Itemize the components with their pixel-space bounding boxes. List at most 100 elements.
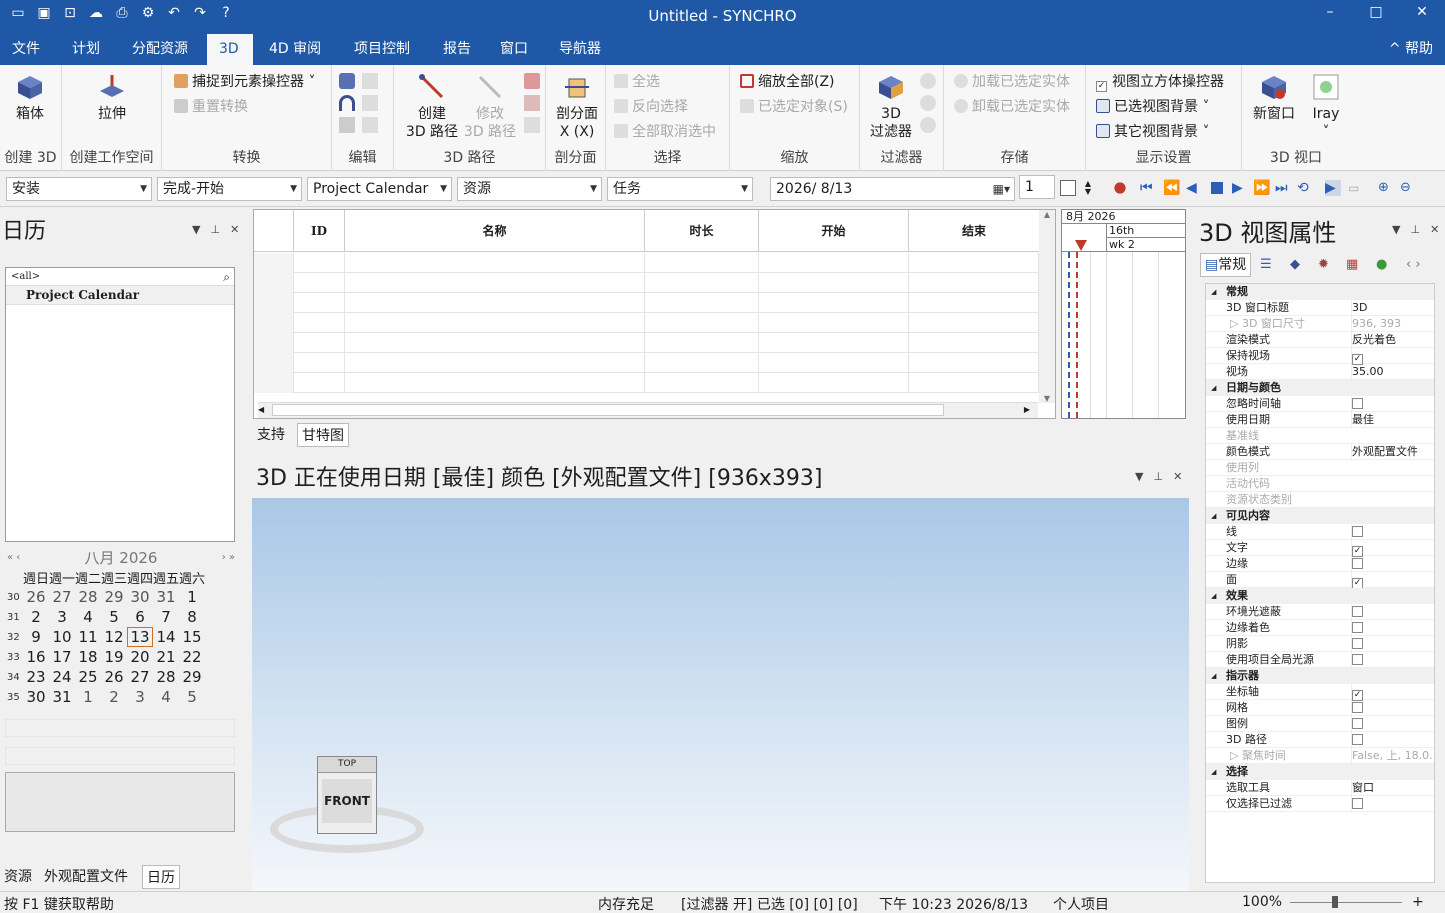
search-icon[interactable]: ⌕ (223, 268, 230, 286)
property-value[interactable] (1351, 732, 1434, 748)
table-cell[interactable] (645, 333, 759, 353)
calendar-day[interactable]: 13 (127, 627, 153, 647)
box-button[interactable]: 箱体 (8, 73, 52, 123)
dropdown-icon[interactable]: ▼ (192, 223, 200, 236)
menu-plan[interactable]: 计划 (60, 34, 112, 65)
3d-viewport[interactable]: TOP FRONT (252, 498, 1189, 891)
view-cube-top[interactable]: TOP (318, 757, 376, 773)
table-cell[interactable] (909, 293, 1039, 313)
table-cell[interactable] (759, 253, 909, 273)
collapse-icon[interactable]: ◢ (1211, 380, 1216, 396)
calendar-day[interactable]: 21 (153, 648, 179, 666)
calendar-day[interactable]: 17 (49, 648, 75, 666)
next-year-icon[interactable]: › » (222, 552, 235, 563)
calendar-field-1[interactable] (5, 719, 235, 737)
property-value[interactable]: 936, 393 (1351, 316, 1434, 332)
calendar-day[interactable]: 4 (75, 608, 101, 626)
calendar-day[interactable]: 26 (101, 668, 127, 686)
table-cell[interactable] (345, 273, 645, 293)
table-cell[interactable] (345, 353, 645, 373)
property-row[interactable]: 选取工具 窗口 (1206, 780, 1434, 796)
export-icon[interactable]: ▭ (1348, 180, 1364, 196)
property-row[interactable]: ▷ 3D 窗口尺寸 936, 393 (1206, 316, 1434, 332)
table-cell[interactable] (645, 373, 759, 393)
calendar-day[interactable]: 4 (153, 688, 179, 706)
table-cell[interactable] (909, 353, 1039, 373)
tab-support[interactable]: 支持 (253, 423, 289, 447)
calendar-day[interactable]: 12 (101, 628, 127, 646)
property-category[interactable]: ◢ 效果 (1206, 588, 1434, 604)
table-cell[interactable] (909, 333, 1039, 353)
view-cube[interactable]: TOP FRONT (317, 756, 377, 834)
property-row[interactable]: 视场 35.00 (1206, 364, 1434, 380)
help-menu[interactable]: ^ 帮助 (1389, 34, 1433, 65)
property-row[interactable]: 边缘 (1206, 556, 1434, 572)
table-cell[interactable] (645, 253, 759, 273)
edit-icon-5[interactable] (339, 117, 355, 133)
col-id[interactable]: ID (294, 210, 345, 252)
zoom-slider[interactable] (1290, 902, 1402, 903)
calendar-day[interactable]: 6 (127, 608, 153, 626)
load-selected-button[interactable]: 加载已选定实体 (954, 71, 1070, 93)
table-row[interactable] (254, 353, 1039, 373)
table-cell[interactable] (345, 253, 645, 273)
property-row[interactable]: 使用项目全局光源 (1206, 652, 1434, 668)
calendar-day[interactable]: 16 (23, 648, 49, 666)
prev-year-icon[interactable]: « ‹ (7, 552, 20, 563)
stop-icon[interactable] (1211, 182, 1223, 194)
table-cell[interactable] (645, 353, 759, 373)
table-cell[interactable] (294, 333, 345, 353)
tab-appearance[interactable]: 外观配置文件 (40, 865, 132, 889)
property-checkbox[interactable] (1352, 638, 1363, 649)
view-cube-checkbox[interactable]: ✓ (1096, 81, 1107, 92)
property-value[interactable] (1351, 556, 1434, 572)
layers-icon[interactable]: ▦ (1346, 257, 1358, 272)
collapse-icon[interactable]: ◢ (1211, 668, 1216, 684)
view-cube-toggle[interactable]: ✓ 视图立方体操控器 (1096, 71, 1224, 93)
zoom-slider-thumb[interactable] (1332, 896, 1338, 908)
play-back-icon[interactable]: ◀ (1186, 180, 1202, 196)
table-cell[interactable] (759, 373, 909, 393)
table-row[interactable] (254, 373, 1039, 393)
step-input[interactable]: 1 (1019, 175, 1055, 199)
step-back-icon[interactable]: ⏪ (1163, 180, 1180, 196)
property-row[interactable]: 文字 ✓ (1206, 540, 1434, 557)
property-checkbox[interactable] (1352, 398, 1363, 409)
combo-link-type[interactable]: 完成-开始 ▼ (157, 177, 302, 201)
table-row[interactable] (254, 293, 1039, 313)
table-cell[interactable] (909, 253, 1039, 273)
property-value[interactable] (1351, 604, 1434, 620)
property-category[interactable]: ◢ 日期与颜色 (1206, 380, 1434, 396)
calendar-day[interactable]: 25 (75, 668, 101, 686)
calendar-day[interactable]: 15 (179, 628, 205, 646)
go-end-icon[interactable]: ⏭ (1275, 180, 1291, 196)
property-value[interactable]: ✓ (1351, 348, 1434, 365)
property-row[interactable]: 边缘着色 (1206, 620, 1434, 636)
property-value[interactable] (1351, 652, 1434, 668)
calendar-day[interactable]: 23 (23, 668, 49, 686)
property-value[interactable]: ✓ (1351, 684, 1434, 701)
property-value[interactable]: 窗口 (1351, 780, 1434, 796)
deselect-all-button[interactable]: 全部取消选中 (614, 121, 716, 143)
property-category[interactable]: ◢ 常规 (1206, 284, 1434, 300)
tab-calendar[interactable]: 日历 (142, 865, 180, 889)
copy-icon[interactable] (362, 73, 378, 89)
calendar-day[interactable]: 10 (49, 628, 75, 646)
property-value[interactable]: 3D (1351, 300, 1434, 316)
table-cell[interactable] (759, 273, 909, 293)
table-cell[interactable] (645, 313, 759, 333)
pin-icon[interactable]: ⊥ (1153, 470, 1163, 483)
property-row[interactable]: ▷ 聚焦时间 False, 上, 18.0... (1206, 748, 1434, 764)
table-row[interactable] (254, 253, 1039, 273)
path-tool-icon-2[interactable] (524, 95, 540, 111)
calendar-day[interactable]: 14 (153, 628, 179, 646)
calendar-day[interactable]: 27 (127, 668, 153, 686)
close-icon[interactable]: ✕ (230, 223, 239, 236)
close-icon[interactable]: ✕ (1430, 223, 1439, 236)
close-icon[interactable]: ✕ (1173, 470, 1182, 483)
property-value[interactable]: False, 上, 18.0... (1351, 748, 1434, 764)
property-category[interactable]: ◢ 选择 (1206, 764, 1434, 780)
table-row[interactable] (254, 273, 1039, 293)
modify-3d-path-button[interactable]: 修改 3D 路径 (460, 73, 520, 141)
tab-gantt[interactable]: 甘特图 (297, 423, 349, 447)
